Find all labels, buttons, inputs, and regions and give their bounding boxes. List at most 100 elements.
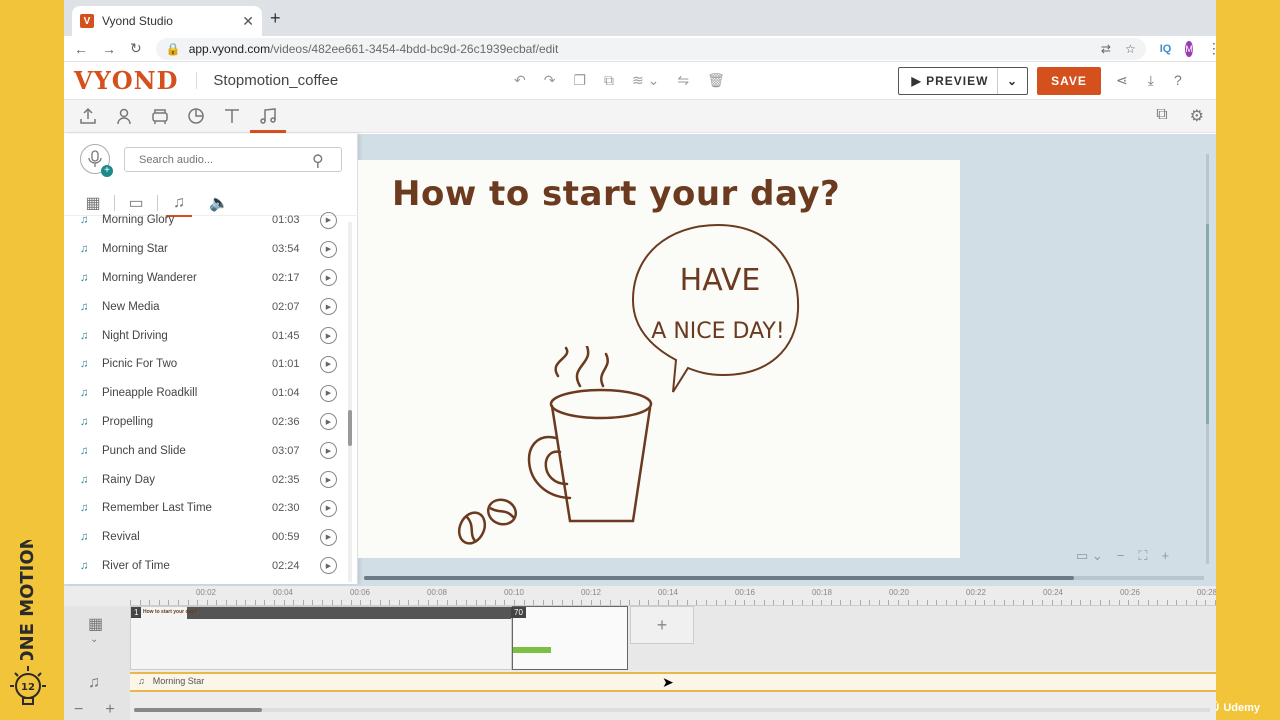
list-item[interactable]: ♫ Punch and Slide 03:07 ▶ bbox=[64, 436, 348, 465]
preview-button[interactable]: ▶ PREVIEW ⌄ bbox=[898, 67, 1028, 95]
play-preview-icon[interactable]: ▶ bbox=[320, 384, 337, 402]
track-name: Revival bbox=[102, 531, 140, 544]
ruler-tick bbox=[437, 600, 439, 605]
new-tab-icon[interactable]: + bbox=[270, 8, 281, 29]
forward-icon[interactable]: → bbox=[102, 41, 116, 57]
play-preview-icon[interactable]: ▶ bbox=[320, 269, 337, 287]
ruler-tick bbox=[206, 600, 208, 605]
timeline-zoom-in-icon[interactable]: + bbox=[105, 701, 114, 719]
props-icon[interactable] bbox=[150, 106, 170, 126]
list-item[interactable]: ♫ River of Time 02:24 ▶ bbox=[64, 552, 348, 574]
timeline-ruler[interactable]: 00:02 00:04 00:06 00:08 00:10 00:12 00:14 00:16… bbox=[130, 586, 1216, 606]
play-preview-icon[interactable]: ▶ bbox=[320, 499, 337, 517]
scene-layout-icon[interactable]: ⧉ bbox=[1156, 106, 1167, 126]
reload-icon[interactable]: ↻ bbox=[130, 40, 142, 57]
panel-scroll-thumb[interactable] bbox=[348, 410, 352, 446]
list-item[interactable]: ♫ Revival 00:59 ▶ bbox=[64, 523, 348, 552]
ruler-tick bbox=[1166, 600, 1168, 605]
save-button[interactable]: SAVE bbox=[1037, 67, 1101, 95]
timeline-zoom-out-icon[interactable]: − bbox=[74, 701, 83, 719]
iq-extension-icon[interactable]: IQ bbox=[1160, 43, 1172, 55]
ruler-tick bbox=[859, 600, 861, 605]
header-actions: ⋖ ⤓ ? bbox=[1116, 72, 1182, 89]
browser-tab[interactable]: V Vyond Studio ✕ bbox=[72, 6, 262, 36]
play-preview-icon[interactable]: ▶ bbox=[320, 211, 337, 229]
zoom-in-icon[interactable]: + bbox=[1162, 548, 1170, 564]
coffee-cup-illustration[interactable] bbox=[518, 346, 668, 526]
list-item[interactable]: ♫ New Media 02:07 ▶ bbox=[64, 292, 348, 321]
layers-icon[interactable]: ≋ ⌄ bbox=[632, 72, 659, 89]
scene-stage[interactable]: How to start your day? HAVE A NICE DAY! bbox=[358, 160, 960, 558]
search-icon[interactable]: ⚲ bbox=[312, 151, 324, 171]
delete-icon[interactable]: 🗑 bbox=[707, 72, 725, 89]
play-preview-icon[interactable]: ▶ bbox=[320, 413, 337, 431]
paste-icon[interactable]: ⧉ bbox=[604, 72, 614, 89]
fit-screen-icon[interactable]: ▭ ⌄ bbox=[1076, 548, 1103, 564]
timeline-scrollbar[interactable] bbox=[134, 708, 1210, 712]
flip-icon[interactable]: ⇋ bbox=[677, 72, 689, 89]
collapse-chevron-icon[interactable]: ⌄ bbox=[90, 634, 98, 645]
play-preview-icon[interactable]: ▶ bbox=[320, 471, 337, 489]
play-preview-icon[interactable]: ▶ bbox=[320, 557, 337, 574]
add-scene-button[interactable]: + bbox=[630, 606, 694, 644]
copy-icon[interactable]: ❐ bbox=[573, 72, 586, 89]
back-icon[interactable]: ← bbox=[74, 41, 88, 57]
list-item[interactable]: ♫ Picnic For Two 01:01 ▶ bbox=[64, 350, 348, 379]
scene-clip-1[interactable]: 1 How to start your day? bbox=[130, 606, 512, 670]
undo-icon[interactable]: ↶ bbox=[514, 72, 526, 89]
canvas-horizontal-scrollbar[interactable] bbox=[364, 576, 1204, 580]
preview-dropdown-icon[interactable]: ⌄ bbox=[997, 68, 1027, 94]
vyond-logo[interactable]: VYOND bbox=[74, 66, 178, 95]
play-preview-icon[interactable]: ▶ bbox=[320, 240, 337, 258]
play-preview-icon[interactable]: ▶ bbox=[320, 442, 337, 460]
expand-icon[interactable]: ⛶ bbox=[1138, 548, 1147, 564]
list-item[interactable]: ♫ Rainy Day 02:35 ▶ bbox=[64, 465, 348, 494]
bookmark-star-icon[interactable]: ☆ bbox=[1125, 42, 1136, 56]
ruler-tick bbox=[658, 600, 659, 605]
canvas-vertical-thumb[interactable] bbox=[1206, 224, 1209, 424]
zoom-out-icon[interactable]: − bbox=[1117, 548, 1125, 564]
settings-gear-icon[interactable]: ⚙ bbox=[1190, 106, 1204, 126]
play-preview-icon[interactable]: ▶ bbox=[320, 298, 337, 316]
list-item[interactable]: ♫ Night Driving 01:45 ▶ bbox=[64, 321, 348, 350]
chart-icon[interactable] bbox=[186, 106, 206, 126]
download-icon[interactable]: ⤓ bbox=[1148, 72, 1154, 89]
list-item[interactable]: ♫ Pineapple Roadkill 01:04 ▶ bbox=[64, 379, 348, 408]
share-icon[interactable]: ⋖ bbox=[1116, 72, 1128, 89]
scene-title-text[interactable]: How to start your day? bbox=[392, 174, 840, 214]
redo-icon[interactable]: ↷ bbox=[544, 72, 556, 89]
list-item[interactable]: ♫ Morning Star 03:54 ▶ bbox=[64, 235, 348, 264]
play-preview-icon[interactable]: ▶ bbox=[320, 327, 337, 345]
list-item[interactable]: ♫ Propelling 02:36 ▶ bbox=[64, 408, 348, 437]
url-bar[interactable]: 🔒 app.vyond.com /videos/482ee661-3454-4b… bbox=[155, 37, 1146, 60]
audio-icon[interactable] bbox=[250, 106, 286, 133]
scene-duration-bar[interactable] bbox=[513, 647, 551, 653]
record-audio-button[interactable]: + bbox=[80, 144, 113, 177]
character-icon[interactable] bbox=[114, 106, 134, 126]
panel-scrollbar[interactable] bbox=[348, 222, 352, 582]
track-name: Morning Glory bbox=[102, 214, 175, 227]
timeline-scroll-thumb[interactable] bbox=[134, 708, 262, 712]
list-item[interactable]: ♫ Morning Wanderer 02:17 ▶ bbox=[64, 264, 348, 293]
translate-icon[interactable]: ⇄ bbox=[1101, 42, 1111, 56]
close-tab-icon[interactable]: ✕ bbox=[242, 13, 254, 30]
canvas-horizontal-thumb[interactable] bbox=[364, 576, 1074, 580]
project-name[interactable]: Stopmotion_coffee bbox=[196, 72, 338, 89]
upload-icon[interactable] bbox=[78, 106, 98, 126]
more-menu-icon[interactable]: ⋮ bbox=[1207, 40, 1216, 57]
play-preview-icon[interactable]: ▶ bbox=[320, 355, 337, 373]
canvas-vertical-scrollbar[interactable] bbox=[1206, 154, 1209, 564]
audio-search-input[interactable] bbox=[124, 147, 342, 172]
audio-track-icon[interactable]: ♫ bbox=[88, 674, 100, 692]
scene-number: 1 bbox=[131, 607, 142, 618]
profile-avatar[interactable]: M bbox=[1185, 40, 1193, 57]
help-icon[interactable]: ? bbox=[1174, 72, 1182, 89]
music-note-icon: ♫ bbox=[80, 329, 89, 342]
list-item[interactable]: ♫ Remember Last Time 02:30 ▶ bbox=[64, 494, 348, 523]
play-preview-icon[interactable]: ▶ bbox=[320, 528, 337, 546]
list-item[interactable]: ♫ Morning Glory 01:03 ▶ bbox=[64, 206, 348, 235]
scene-track-icon[interactable]: ▦ bbox=[88, 614, 103, 634]
scene-clip-70[interactable]: 70 bbox=[511, 606, 628, 670]
text-icon[interactable] bbox=[222, 106, 242, 126]
track-duration: 02:36 bbox=[272, 415, 300, 428]
